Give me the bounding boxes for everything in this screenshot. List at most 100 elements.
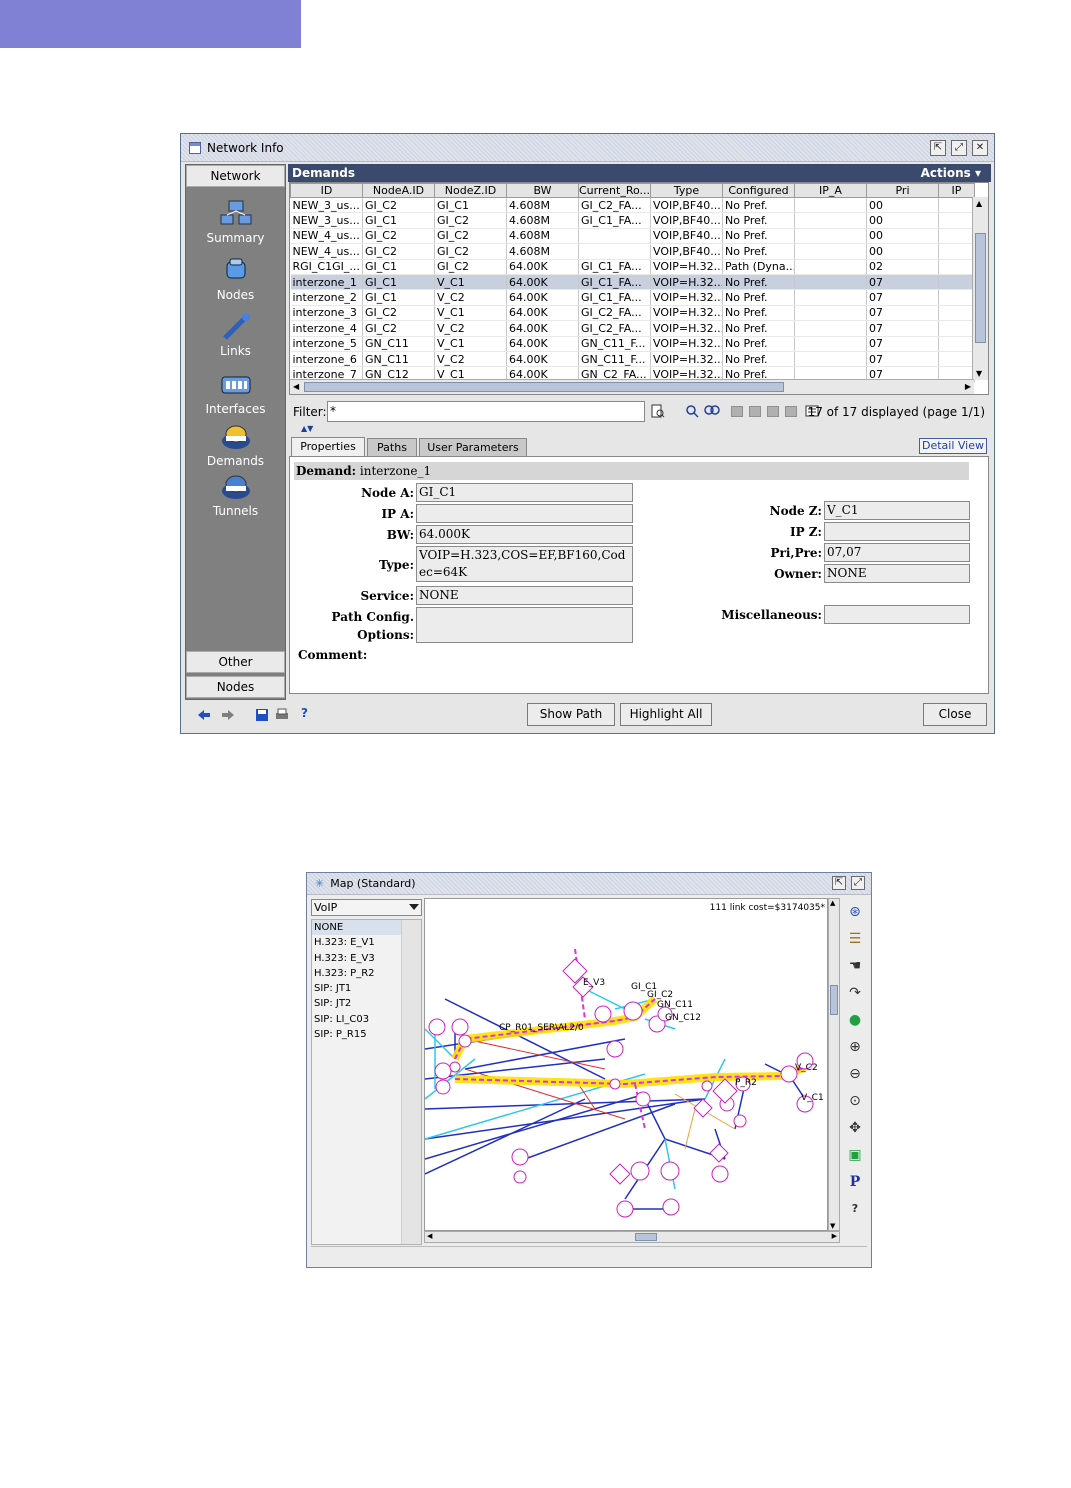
undock-icon[interactable]: ⇱ (832, 876, 846, 890)
map-horizontal-scrollbar[interactable]: ◀ ▶ (424, 1231, 840, 1243)
table-row[interactable]: interzone_1 GI_C1 V_C1 64.00K GI_C1_FA... VOI… (290, 274, 975, 291)
filter-input[interactable]: * (327, 401, 645, 422)
column-header[interactable]: IP_A (794, 183, 867, 198)
filter-document-icon[interactable] (651, 404, 665, 418)
next-page-icon[interactable] (767, 406, 779, 417)
zoom-in-icon[interactable]: ⊕ (846, 1038, 864, 1056)
column-header[interactable]: Configured (722, 183, 795, 198)
table-row[interactable]: interzone_3 GI_C2 V_C1 64.00K GI_C2_FA... VOI… (290, 305, 975, 322)
sidebar-item-interfaces[interactable]: Interfaces (186, 370, 285, 416)
sidebar-item-nodes[interactable]: Nodes (186, 256, 285, 302)
pan-icon[interactable]: ✥ (846, 1119, 864, 1137)
first-page-icon[interactable] (731, 406, 743, 417)
service-type-combo[interactable]: VoIP (311, 899, 422, 916)
scroll-thumb[interactable] (635, 1233, 657, 1241)
tab-paths[interactable]: Paths (367, 438, 417, 457)
detail-view-button[interactable]: Detail View (918, 438, 987, 454)
node-label-p-r2: P_R2 (735, 1078, 757, 1088)
scroll-up-icon[interactable]: ▲ (830, 899, 835, 907)
table-row[interactable]: interzone_2 GI_C1 V_C2 64.00K GI_C1_FA... VOI… (290, 289, 975, 306)
table-row[interactable]: interzone_4 GI_C2 V_C2 64.00K GI_C2_FA... VOI… (290, 320, 975, 337)
table-row[interactable]: RGI_C1GI_... GI_C1 GI_C2 64.00K GI_C1_FA... V… (290, 259, 975, 275)
layout-icon[interactable]: ⊛ (846, 903, 864, 921)
actions-menu[interactable]: Actions ▾ (921, 166, 981, 180)
sidebar-item-summary[interactable]: Summary (186, 199, 285, 245)
close-icon[interactable]: ✕ (972, 140, 988, 156)
maximize-icon[interactable]: ⤢ (851, 876, 865, 890)
show-path-button[interactable]: Show Path (527, 703, 615, 726)
sidebar-item-demands[interactable]: Demands (186, 422, 285, 468)
highlight-all-button[interactable]: Highlight All (620, 703, 712, 726)
scroll-down-icon[interactable]: ▼ (830, 1222, 835, 1230)
last-page-icon[interactable] (785, 406, 797, 417)
table-row[interactable]: NEW_4_us... GI_C2 GI_C2 4.608M VOIP,BF40... N… (290, 243, 975, 260)
help-icon[interactable]: ? (846, 1200, 864, 1218)
tab-properties[interactable]: Properties (291, 437, 365, 457)
network-map-canvas[interactable]: 111 link cost=$3174035* E_V3 GI_C1 GI_C2… (424, 898, 828, 1231)
close-button[interactable]: Close (923, 703, 987, 726)
sidebar-other-button[interactable]: Other (186, 651, 285, 673)
column-header[interactable]: NodeZ.ID (434, 183, 507, 198)
link-label: CP_R01_SER\AL2/0 (499, 1023, 584, 1033)
globe-icon[interactable]: ● (846, 1011, 864, 1029)
print-map-icon[interactable]: P (846, 1173, 864, 1191)
scroll-right-icon[interactable]: ▶ (965, 382, 971, 391)
table-row[interactable]: NEW_3_us... GI_C2 GI_C1 4.608M GI_C2_FA... VO… (290, 197, 975, 214)
map-titlebar[interactable]: ✳ Map (Standard) ⇱ ⤢ (307, 873, 871, 895)
table-row[interactable]: NEW_4_us... GI_C2 GI_C2 4.608M VOIP,BF40... N… (290, 228, 975, 245)
table-horizontal-scrollbar[interactable]: ◀ ▶ (290, 379, 974, 394)
demand-name: interzone_1 (359, 464, 432, 478)
sidebar-item-tunnels[interactable]: Tunnels (186, 472, 285, 518)
chevron-down-icon (409, 904, 419, 910)
search-icon[interactable] (685, 404, 699, 418)
forward-arrow-icon[interactable] (221, 708, 235, 722)
table-cell: 4.608M (506, 228, 579, 245)
scroll-right-icon[interactable]: ▶ (832, 1232, 837, 1240)
column-header[interactable]: NodeA.ID (362, 183, 435, 198)
collapse-arrows-icon[interactable]: ▲▼ (301, 424, 313, 433)
legend-icon[interactable]: ☰ (846, 930, 864, 948)
scroll-left-icon[interactable]: ◀ (427, 1232, 432, 1240)
advanced-search-icon[interactable] (703, 404, 721, 418)
scroll-thumb[interactable] (975, 233, 986, 343)
table-cell: GN_C11 (362, 351, 435, 368)
column-header[interactable]: IP (938, 183, 975, 198)
zoom-out-icon[interactable]: ⊖ (846, 1065, 864, 1083)
service-field: NONE (416, 586, 633, 605)
tab-user-parameters[interactable]: User Parameters (419, 438, 527, 457)
table-row[interactable]: interzone_5 GN_C11 V_C1 64.00K GN_C11_F... VO… (290, 336, 975, 352)
column-header[interactable]: BW (506, 183, 579, 198)
sidebar-nodes-button[interactable]: Nodes (186, 676, 285, 698)
print-icon[interactable] (275, 708, 289, 722)
help-icon[interactable]: ? (301, 706, 315, 720)
column-header[interactable]: Type (650, 183, 723, 198)
maximize-icon[interactable]: ⤢ (951, 140, 967, 156)
filter-row: Filter: * 17 of 17 displayed (page 1/1) (289, 399, 989, 423)
scroll-thumb[interactable] (304, 382, 784, 392)
save-icon[interactable] (255, 708, 269, 722)
sidebar-item-label: Interfaces (205, 402, 266, 416)
back-arrow-icon[interactable] (197, 708, 211, 722)
column-header[interactable]: Current_Ro... (578, 183, 651, 198)
column-header[interactable]: ID (290, 183, 363, 198)
table-vertical-scrollbar[interactable]: ▲ ▼ (972, 197, 988, 380)
redo-icon[interactable]: ↷ (846, 984, 864, 1002)
select-icon[interactable]: ☚ (846, 957, 864, 975)
scroll-thumb[interactable] (830, 985, 838, 1015)
fit-to-window-icon[interactable]: ▣ (846, 1146, 864, 1164)
table-row[interactable]: interzone_6 GN_C11 V_C2 64.00K GN_C11_F... VO… (290, 351, 975, 368)
sidebar-item-links[interactable]: Links (186, 312, 285, 358)
undock-icon[interactable]: ⇱ (930, 140, 946, 156)
zoom-fit-icon[interactable]: ⊙ (846, 1092, 864, 1110)
column-header[interactable]: Pri (866, 183, 939, 198)
scroll-down-icon[interactable]: ▼ (976, 369, 982, 378)
map-vertical-scrollbar[interactable]: ▲ ▼ (828, 898, 840, 1231)
map-window-icon: ✳ (315, 877, 325, 890)
prev-page-icon[interactable] (749, 406, 761, 417)
scroll-up-icon[interactable]: ▲ (976, 199, 982, 208)
sidebar-network-button[interactable]: Network (186, 165, 285, 187)
table-row[interactable]: NEW_3_us... GI_C1 GI_C2 4.608M GI_C1_FA... VO… (290, 212, 975, 229)
table-cell: V_C1 (434, 274, 507, 291)
scroll-left-icon[interactable]: ◀ (293, 382, 299, 391)
window-titlebar[interactable]: Network Info ⇱ ⤢ ✕ (181, 134, 994, 162)
